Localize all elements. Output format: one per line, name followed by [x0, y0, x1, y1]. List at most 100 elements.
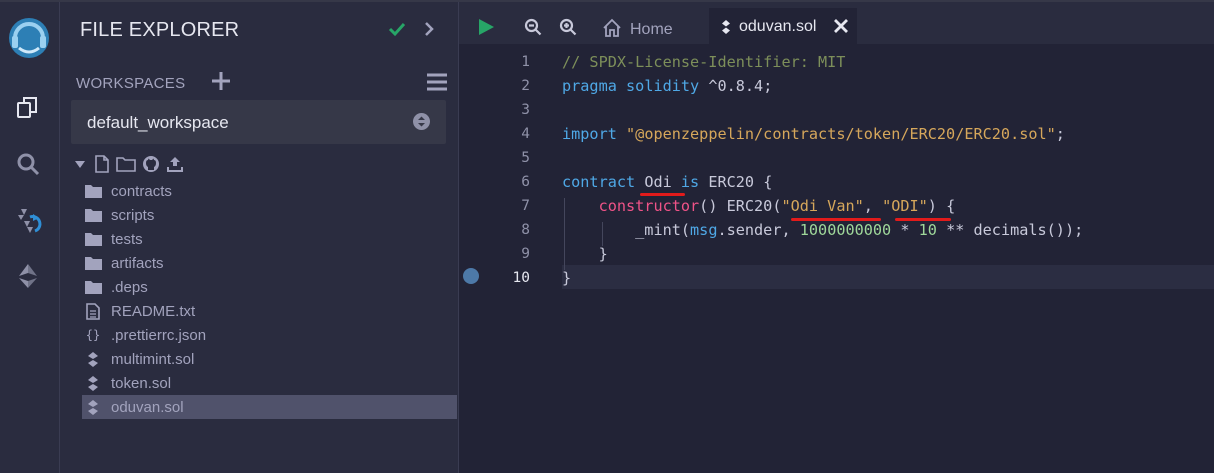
- code-token: ,: [863, 197, 883, 215]
- tree-item-contracts[interactable]: contracts: [82, 179, 457, 203]
- file-explorer-icon[interactable]: [12, 92, 44, 124]
- string-token: "@openzeppelin/contracts/token/ERC20/ERC…: [626, 125, 1056, 143]
- string-token: "Odi Van": [781, 197, 864, 215]
- solidity-file-icon: [84, 350, 102, 368]
- code-line-1: // SPDX-License-Identifier: MIT: [562, 53, 845, 71]
- code-token: ^0.8.4;: [699, 77, 773, 95]
- tree-item-label: token.sol: [111, 374, 172, 392]
- code-token: _mint(: [635, 221, 691, 239]
- line-number: 7: [521, 198, 530, 214]
- tab-home[interactable]: Home: [602, 16, 673, 44]
- keyword-token: contract: [562, 173, 636, 191]
- select-arrows-icon: [413, 113, 430, 130]
- checkmark-icon: [388, 20, 406, 43]
- code-line-4: import "@openzeppelin/contracts/token/ER…: [562, 125, 1065, 143]
- line-number: 6: [521, 174, 530, 190]
- hamburger-menu-icon[interactable]: [426, 72, 448, 97]
- chevron-right-icon[interactable]: [422, 20, 436, 43]
- home-icon: [602, 18, 622, 43]
- code-token: () ERC20(: [699, 197, 782, 215]
- contract-name-token: Odi: [644, 173, 672, 191]
- new-file-icon[interactable]: [94, 154, 110, 178]
- line-number: 4: [521, 126, 530, 142]
- solidity-file-icon: [84, 398, 102, 416]
- file-tree-toolbar: [74, 154, 184, 178]
- code-token: }: [598, 245, 608, 263]
- remix-logo-icon[interactable]: [6, 15, 52, 61]
- file-tree: contracts scripts tests artifacts .deps …: [82, 179, 458, 419]
- code-token: ) {: [927, 197, 956, 215]
- tree-item-scripts[interactable]: scripts: [82, 203, 457, 227]
- code-line-2: pragma solidity ^0.8.4;: [562, 77, 772, 95]
- code-token: ** decimals());: [936, 221, 1084, 239]
- icon-rail: [0, 2, 60, 473]
- code-line-6: contract Odi is ERC20 {: [562, 173, 772, 191]
- solidity-file-icon: [721, 19, 731, 35]
- tree-item-readme[interactable]: README.txt: [82, 299, 457, 323]
- red-underline-annotation: [791, 218, 881, 221]
- close-tab-icon[interactable]: [833, 18, 849, 39]
- line-number-current: 10: [512, 270, 530, 286]
- add-workspace-icon[interactable]: [211, 71, 231, 96]
- code-line-10: }: [562, 269, 571, 287]
- tree-item-label: README.txt: [111, 302, 196, 320]
- new-folder-icon[interactable]: [116, 156, 136, 177]
- line-number: 8: [521, 222, 530, 238]
- search-icon[interactable]: [12, 148, 44, 180]
- solidity-compiler-icon[interactable]: [12, 205, 44, 237]
- tree-item-deps[interactable]: .deps: [82, 275, 457, 299]
- tree-item-oduvan[interactable]: oduvan.sol: [82, 395, 457, 419]
- tree-item-label: contracts: [111, 182, 172, 200]
- number-token: 1000000000: [799, 221, 892, 239]
- tree-item-prettierrc[interactable]: {} .prettierrc.json: [82, 323, 457, 347]
- file-explorer-panel: FILE EXPLORER WORKSPACES default_workspa…: [60, 2, 459, 473]
- workspaces-label: WORKSPACES: [76, 75, 186, 92]
- folder-icon: [84, 206, 102, 224]
- explorer-title: FILE EXPLORER: [80, 19, 240, 41]
- keyword-token: pragma: [562, 77, 617, 95]
- tree-item-multimint[interactable]: multimint.sol: [82, 347, 457, 371]
- line-number: 2: [521, 78, 530, 94]
- tab-home-label: Home: [630, 21, 673, 38]
- line-number: 3: [521, 102, 530, 118]
- tab-oduvan-sol[interactable]: oduvan.sol: [709, 8, 857, 46]
- run-script-icon[interactable]: [477, 18, 495, 41]
- keyword-token: solidity: [626, 77, 700, 95]
- builtin-token: msg: [690, 221, 718, 239]
- tree-item-label: .prettierrc.json: [111, 326, 207, 344]
- upload-icon[interactable]: [166, 155, 184, 178]
- code-token: *: [891, 221, 919, 239]
- line-number: 5: [521, 150, 530, 166]
- red-underline-annotation: [640, 193, 685, 196]
- code-line-9: }: [562, 245, 608, 263]
- workspace-select-value: default_workspace: [87, 113, 229, 132]
- workspace-select[interactable]: default_workspace: [71, 100, 446, 144]
- code-line-7: constructor() ERC20("Odi Van", "ODI") {: [562, 197, 956, 215]
- comment-token: // SPDX-License-Identifier: MIT: [562, 53, 846, 71]
- tree-item-token[interactable]: token.sol: [82, 371, 457, 395]
- editor-gutter: 1 2 3 4 5 6 7 8 9 10: [459, 44, 562, 473]
- tab-active-label: oduvan.sol: [739, 18, 817, 35]
- folder-icon: [84, 254, 102, 272]
- solidity-file-icon: [84, 374, 102, 392]
- zoom-out-icon[interactable]: [524, 18, 542, 41]
- editor-tab-bar: Home oduvan.sol: [459, 2, 1214, 46]
- folder-icon: [84, 182, 102, 200]
- folder-icon: [84, 230, 102, 248]
- caret-down-icon[interactable]: [74, 157, 86, 175]
- code-editor[interactable]: // SPDX-License-Identifier: MIT pragma s…: [562, 44, 1214, 473]
- current-line-highlight: [562, 265, 1214, 289]
- line-number: 9: [521, 246, 530, 262]
- line-number: 1: [521, 54, 530, 70]
- zoom-in-icon[interactable]: [559, 18, 577, 41]
- code-token: ERC20 {: [699, 173, 773, 191]
- tree-item-tests[interactable]: tests: [82, 227, 457, 251]
- tree-item-label: artifacts: [111, 254, 164, 272]
- breakpoint-dot-icon[interactable]: [463, 268, 479, 284]
- keyword-token: import: [562, 125, 617, 143]
- github-icon[interactable]: [142, 155, 160, 178]
- deploy-run-icon[interactable]: [12, 260, 44, 292]
- tree-item-artifacts[interactable]: artifacts: [82, 251, 457, 275]
- tree-item-label: .deps: [111, 278, 148, 296]
- folder-icon: [84, 278, 102, 296]
